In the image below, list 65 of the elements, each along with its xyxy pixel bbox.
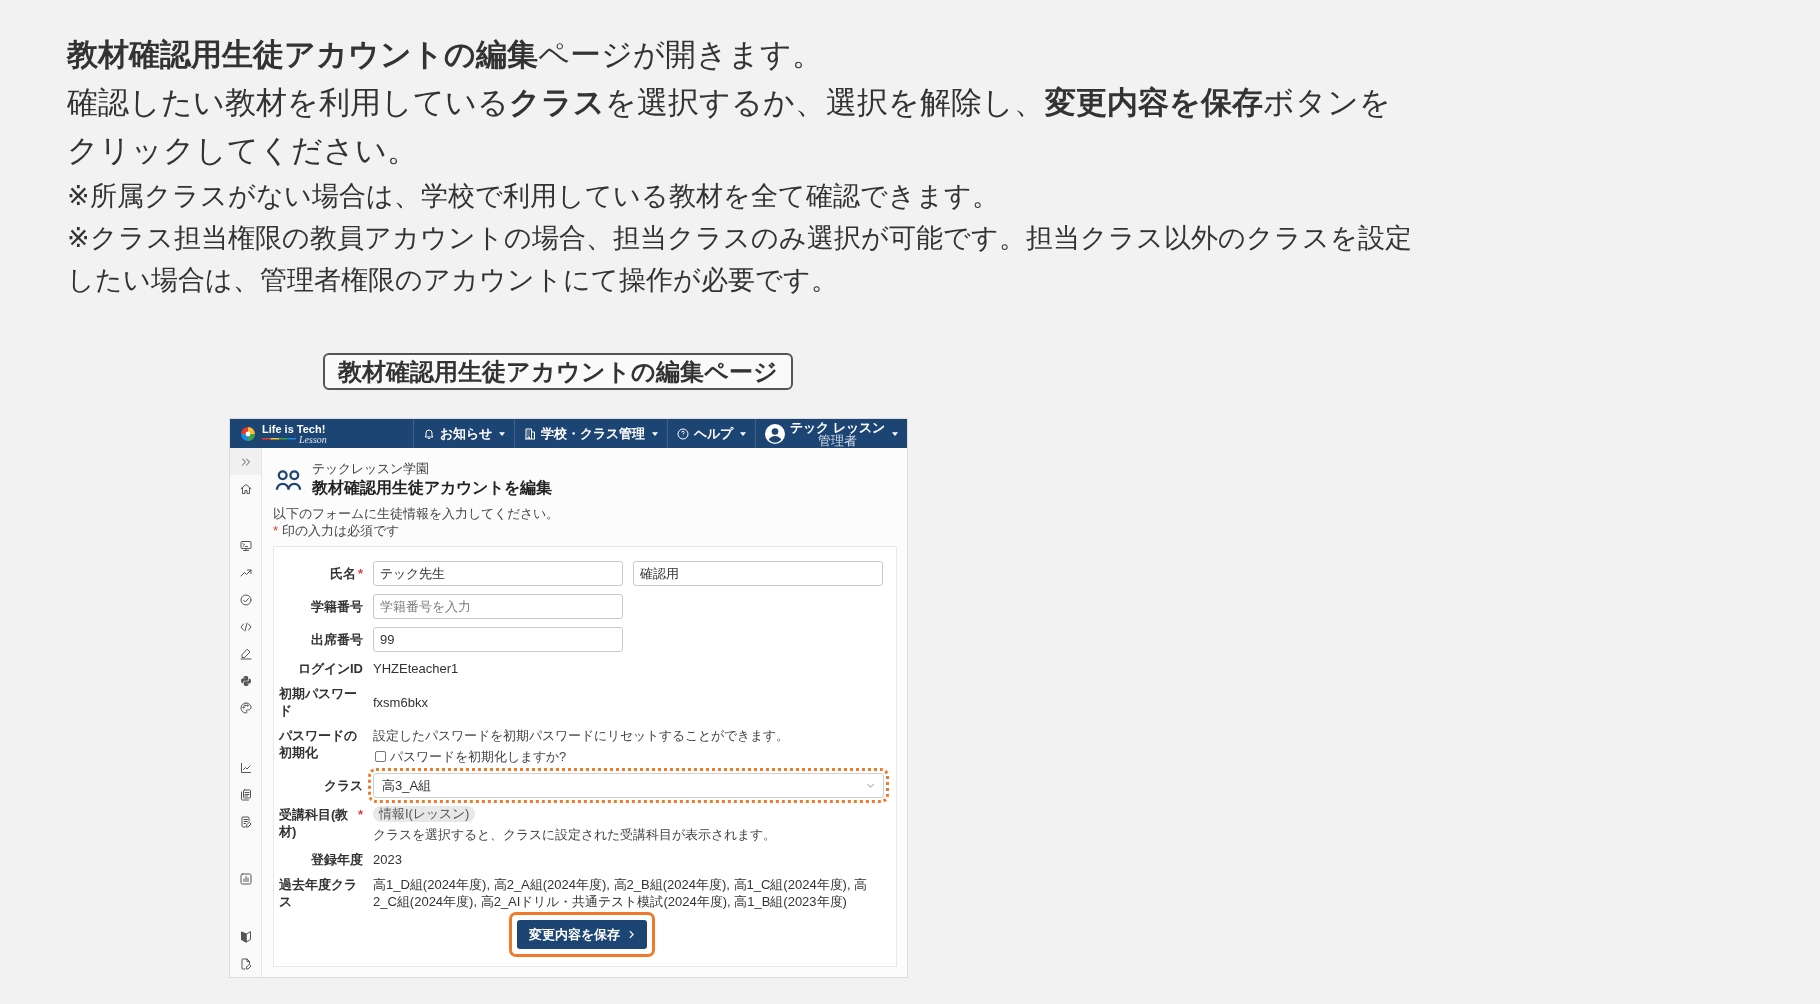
python-logo-icon[interactable] <box>239 674 252 687</box>
caret-icon <box>499 431 506 436</box>
text-input[interactable]: テック先生 <box>373 561 623 586</box>
logo-icon[interactable] <box>241 426 255 441</box>
required-note: * 印の入力は必須です <box>273 522 400 539</box>
instruction-text: ※クラス担当権限の教員アカウントの場合、担当クラスのみ選択が可能です。担当クラス以外のクラスを設定したい場合は、管理者権限のアカウントにて操作が必要です。 <box>67 222 1413 297</box>
caret-icon <box>892 431 898 436</box>
brand-tagline: Lesson <box>299 433 327 445</box>
people-icon <box>275 468 302 491</box>
chevron-right-icon <box>629 930 634 939</box>
line-chart-icon[interactable] <box>239 761 252 774</box>
bar-chart-icon[interactable] <box>239 872 252 885</box>
field-value: fxsm6bkx <box>373 693 429 711</box>
building-icon <box>524 427 537 440</box>
field-label: クラス <box>324 777 363 794</box>
field-label: 学籍番号 <box>311 598 363 615</box>
instruction-text: 確認したい教材を利用しているクラスを選択するか、選択を解除し、変更内容を保存ボタンをクリックしてください。 <box>67 84 1392 170</box>
field-label: 出席番号 <box>311 631 363 648</box>
field-label: 受講科目(教材) <box>279 806 350 840</box>
form-intro-text: 以下のフォームに生徒情報を入力してください。 <box>273 505 560 522</box>
help-icon <box>677 427 690 440</box>
documents-icon[interactable] <box>239 788 252 801</box>
save-button[interactable]: 変更内容を保存 <box>516 920 647 949</box>
caret-icon <box>740 431 747 436</box>
avatar-icon <box>765 423 786 444</box>
school-name: テックレッスン学園 <box>312 461 430 477</box>
field-label: 氏名 <box>329 565 356 582</box>
trend-arrow-icon[interactable] <box>239 566 252 579</box>
caret-icon <box>652 431 659 436</box>
field-label: 初期パスワード <box>279 685 358 719</box>
field-value: 高1_D組(2024年度), 高2_A組(2024年度), 高2_B組(2024年度), 高1_C組(2024年度), 高2_C組(2024年度), 高2_AIドリル・共通テスト模試(2024年度), 高1_B組(2023年度) <box>373 876 869 910</box>
bell-icon <box>423 427 436 440</box>
field-label: パスワードの初期化 <box>279 727 358 761</box>
field-value: 2023 <box>373 851 403 868</box>
color-stripe-icon <box>262 438 296 440</box>
chevron-down-icon <box>866 783 875 788</box>
field-label: 過去年度クラス <box>279 876 358 910</box>
page-title: 教材確認用生徒アカウントを編集 <box>312 478 552 498</box>
checkbox[interactable] <box>375 751 386 762</box>
text-input[interactable]: 学籍番号を入力 <box>373 594 623 619</box>
field-value: YHZEteacher1 <box>373 660 460 677</box>
file-edit-icon[interactable] <box>239 957 252 970</box>
caption-label: 教材確認用生徒アカウントの編集ページ <box>323 353 793 390</box>
code-icon[interactable] <box>239 620 252 633</box>
instruction-text: ※所属クラスがない場合は、学校で利用している教材を全て確認できます。 <box>67 180 1000 213</box>
brand-name: Life is Tech! <box>262 422 327 435</box>
terminal-monitor-icon[interactable] <box>239 539 252 552</box>
text-input[interactable]: 99 <box>373 627 623 652</box>
field-description: クラスを選択すると、クラスに設定された受講科目が表示されます。 <box>373 826 776 843</box>
home-icon[interactable] <box>239 482 252 495</box>
double-chevron-icon <box>239 455 252 468</box>
text-input[interactable]: 確認用 <box>633 561 883 586</box>
check-circle-icon[interactable] <box>239 593 252 606</box>
field-label: 登録年度 <box>311 851 363 868</box>
instruction-text: 教材確認用生徒アカウントの編集ページが開きます。 <box>67 36 824 74</box>
palette-icon[interactable] <box>239 701 252 714</box>
required-mark: * <box>357 806 363 823</box>
pencil-icon[interactable] <box>239 647 252 660</box>
subject-tag: 情報I(レッスン) <box>373 806 476 822</box>
required-mark: * <box>357 565 363 582</box>
book-icon[interactable] <box>239 930 252 943</box>
checkbox-label[interactable]: パスワードを初期化しますか? <box>390 748 567 765</box>
document-edit-icon[interactable] <box>239 815 252 828</box>
field-description: 設定したパスワードを初期パスワードにリセットすることができます。 <box>373 727 789 744</box>
field-label: ログインID <box>298 660 363 677</box>
